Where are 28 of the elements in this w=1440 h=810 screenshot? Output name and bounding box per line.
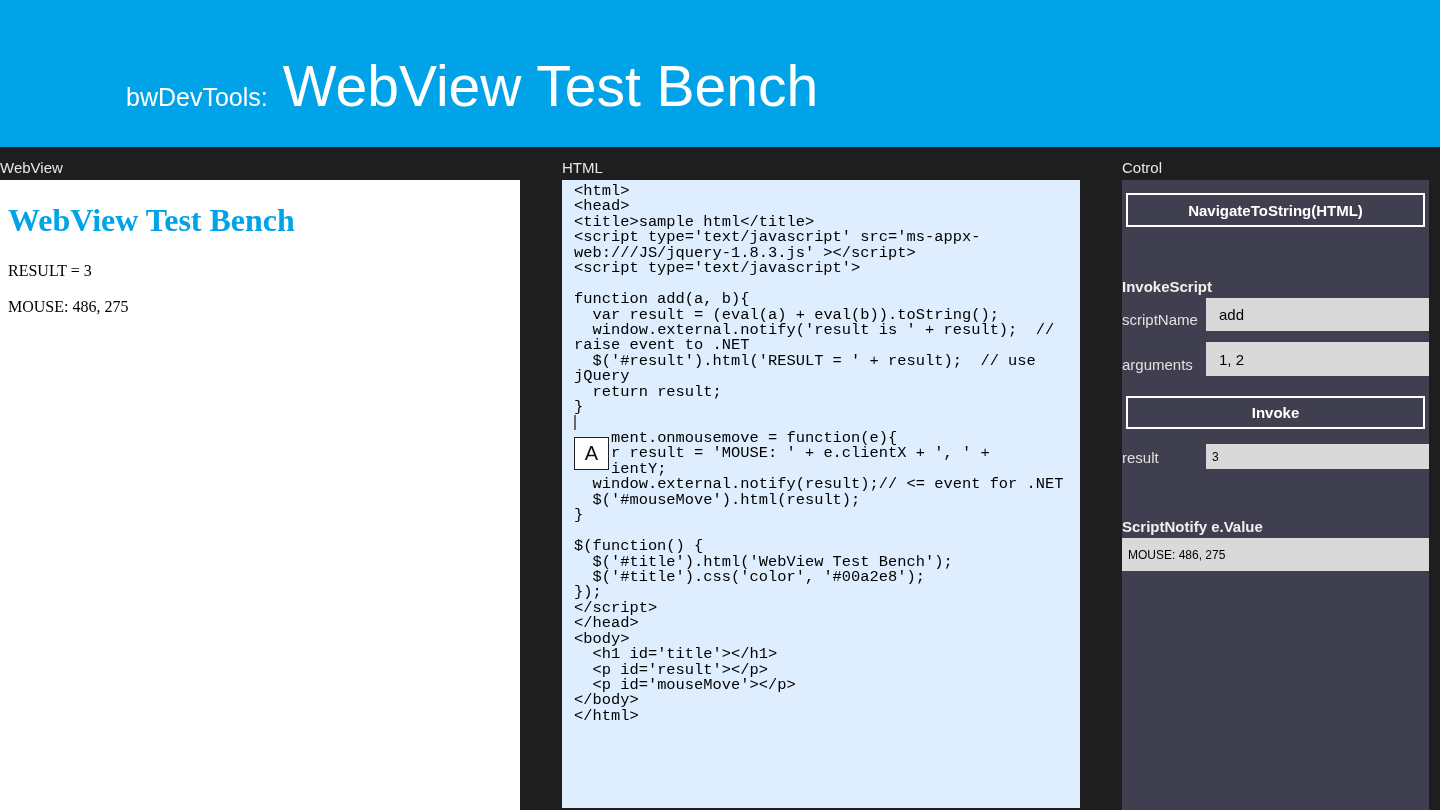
text-field[interactable]: add xyxy=(1206,298,1429,331)
result-field[interactable]: 3 xyxy=(1206,444,1429,469)
page-heading: WebView Test Bench xyxy=(8,202,295,239)
code-line: } xyxy=(574,506,584,525)
code-line: <script type='text/javascript'> xyxy=(574,259,861,278)
section-label: HTML xyxy=(562,159,603,177)
section-label: Cotrol xyxy=(1122,159,1162,177)
app-prefix: bwDevTools: xyxy=(126,85,268,110)
code-line: } xyxy=(574,398,584,417)
code-editor[interactable] xyxy=(562,180,1080,808)
app-title: WebView Test Bench xyxy=(282,58,819,115)
code-line: <p id='mouseMove'></p> xyxy=(592,676,796,694)
text-field[interactable]: 1, 2 xyxy=(1206,342,1429,376)
section-label: WebView xyxy=(0,159,63,177)
input-mode-indicator: A xyxy=(574,437,609,470)
code-line: ment.onmousemove = function(e){ xyxy=(610,429,898,447)
invoke-button[interactable]: Invoke xyxy=(1126,396,1425,429)
field-label: result xyxy=(1122,449,1160,467)
code-line: <html> xyxy=(574,182,630,200)
group-heading: InvokeScript xyxy=(1122,278,1213,296)
group-heading: ScriptNotify e.Value xyxy=(1122,518,1263,536)
text-cursor-icon xyxy=(574,415,576,430)
field-label: arguments xyxy=(1122,356,1194,374)
notify-field[interactable]: MOUSE: 486, 275 xyxy=(1122,538,1429,571)
field-label: scriptName xyxy=(1122,311,1199,329)
page-paragraph: RESULT = 3 xyxy=(8,262,92,280)
navigate-button[interactable]: NavigateToString(HTML) xyxy=(1126,193,1425,227)
page-paragraph: MOUSE: 486, 275 xyxy=(8,298,129,316)
